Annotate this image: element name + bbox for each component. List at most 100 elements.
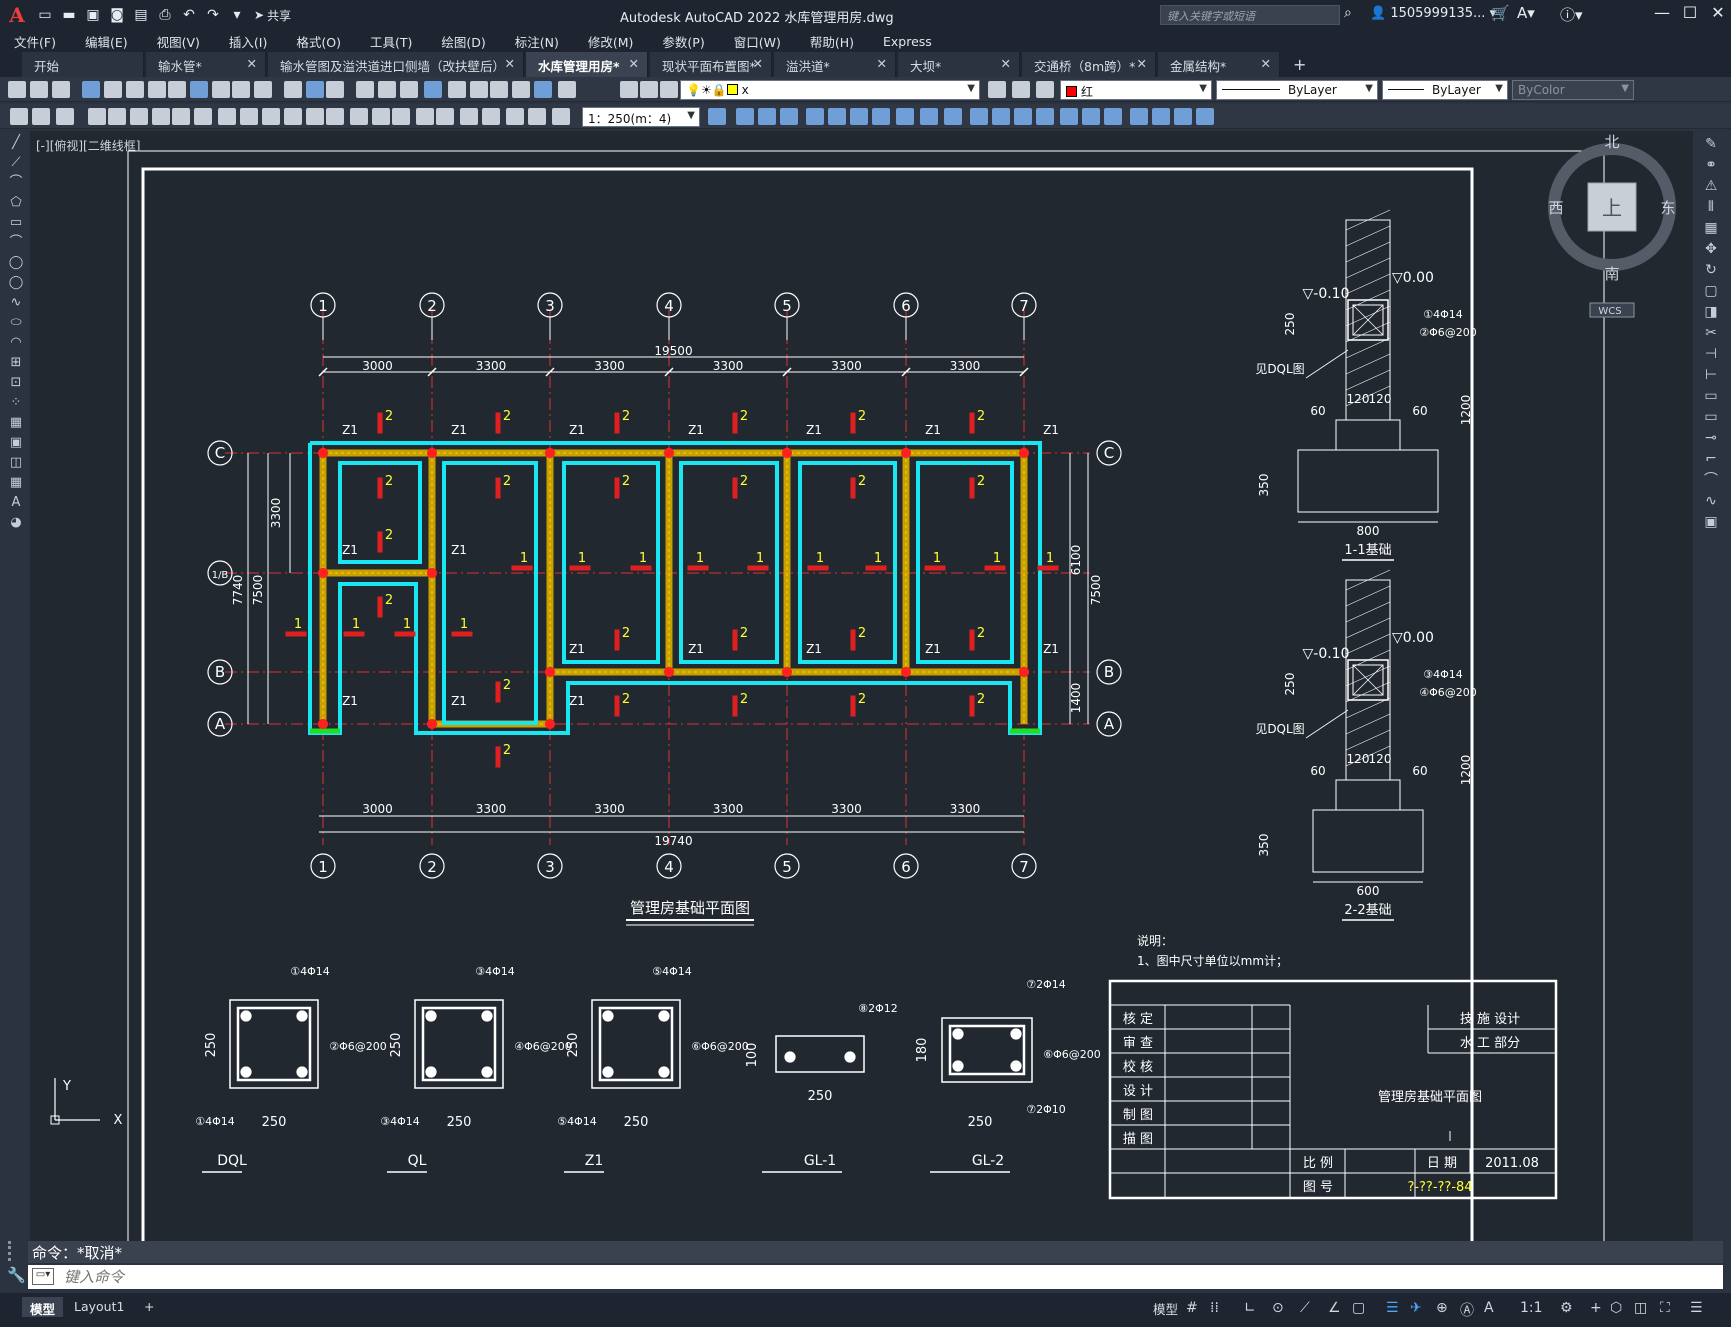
make-block-icon[interactable]: ⊡ [8,375,24,391]
toolbar-button[interactable] [482,108,500,125]
break-point-icon[interactable]: ⊢ [1702,366,1720,384]
trim-icon[interactable]: ✂ [1702,324,1720,342]
color-dropdown[interactable]: 红 ▼ [1060,80,1212,100]
toolbar-button[interactable] [506,108,524,125]
toolbar-button[interactable] [736,108,754,125]
toolbar-button[interactable] [126,81,144,98]
rotate-icon[interactable]: ↻ [1702,261,1720,279]
command-grip[interactable] [8,1241,22,1261]
toolbar-button[interactable] [284,81,302,98]
break-icon[interactable]: ▭ [1702,387,1720,405]
toolbar-button[interactable] [828,108,846,125]
close-icon[interactable]: ✕ [505,56,515,71]
lineweight-icon[interactable]: ☰ [1386,1300,1399,1316]
user-account[interactable]: 👤 1505999135... ▾ [1370,6,1496,21]
annotation-visibility-icon[interactable]: Ⓐ [1460,1300,1474,1320]
fillet-icon[interactable]: ⌐ [1702,450,1720,468]
customize-qat-icon[interactable]: ▾ [226,4,248,26]
toolbar-button[interactable] [424,81,442,98]
toolbar-button[interactable] [372,108,390,125]
toolbar-button[interactable] [416,108,434,125]
toolbar-button[interactable] [470,81,488,98]
menu-insert[interactable]: 插入(I) [229,32,267,51]
isolate-icon[interactable]: ⬡ [1610,1300,1622,1316]
toolbar-button[interactable] [218,108,236,125]
cart-icon[interactable]: 🛒 [1491,4,1510,22]
minimize-button[interactable]: — [1648,3,1676,22]
menu-parametric[interactable]: 参数(P) [662,32,704,51]
open-icon[interactable]: ▬ [58,4,80,26]
toolbar-button[interactable] [640,81,658,98]
copy-icon[interactable]: ⚭ [1702,156,1720,174]
search-icon[interactable]: ⌕ [1344,5,1352,21]
toolbar-button[interactable] [32,108,50,125]
drawing-canvas[interactable]: 1 1 2 2 3 3 4 4 5 5 6 6 7 7 C C 1/B B B A A 3000 3300 3300 3300 3… [30,131,1693,1241]
move-icon[interactable]: ✥ [1702,240,1720,258]
share-button[interactable]: ➤ 共享 [254,7,291,24]
rectangle-icon[interactable]: ▭ [8,215,24,231]
toolbar-button[interactable] [660,81,678,98]
join-icon[interactable]: ▭ [1702,408,1720,426]
menu-format[interactable]: 格式(O) [296,32,341,51]
menu-edit[interactable]: 编辑(E) [85,32,128,51]
insert-block-icon[interactable]: ⊞ [8,355,24,371]
toolbar-button[interactable] [326,81,344,98]
tab-start[interactable]: 开始 [22,52,144,77]
layer-properties-button[interactable] [988,81,1006,98]
plot-icon[interactable]: ⎙ [154,4,176,26]
app-menu-button[interactable]: A [0,0,34,30]
toolbar-button[interactable] [104,81,122,98]
toolbar-button[interactable] [254,81,272,98]
toolbar-button[interactable] [190,81,208,98]
toolbar-button[interactable] [620,81,638,98]
clean-screen-icon[interactable]: ⛶ [1660,1300,1670,1316]
tab-file[interactable]: 大坝* ✕ [898,52,1020,77]
gear-icon[interactable]: ⚙ [1560,1300,1573,1316]
toolbar-button[interactable] [212,81,230,98]
arc-icon[interactable]: ⌒ [8,235,24,251]
tab-file[interactable]: 输水管图及溢洪道进口侧墙（改扶壁后） ✕ [268,52,524,77]
toolbar-button[interactable] [56,108,74,125]
toolbar-button[interactable] [534,81,552,98]
toolbar-button[interactable] [558,81,576,98]
viewport-controls[interactable]: [-][俯视][二维线框] [36,137,140,154]
region-icon[interactable]: ◫ [8,455,24,471]
redo-icon[interactable]: ↷ [202,4,224,26]
close-icon[interactable]: ✕ [1261,56,1271,71]
model-space-button[interactable]: 模型 [1145,1297,1186,1317]
tab-model[interactable]: 模型 [22,1297,64,1317]
line-icon[interactable]: ╱ [8,135,24,151]
toolbar-button[interactable] [1104,108,1122,125]
toolbar-button[interactable] [992,108,1010,125]
toolbar-button[interactable] [850,108,868,125]
tab-file[interactable]: 输水管* ✕ [146,52,266,77]
save-icon[interactable]: ▣ [82,4,104,26]
toolbar-button[interactable] [552,108,570,125]
erase-icon[interactable]: ✎ [1702,135,1720,153]
scale-icon[interactable]: ▢ [1702,282,1720,300]
toolbar-button[interactable] [920,108,938,125]
toolbar-button[interactable] [970,108,988,125]
mtext-icon[interactable]: A [8,495,24,511]
ellipse-arc-icon[interactable]: ◠ [8,335,24,351]
undo-icon[interactable]: ↶ [178,4,200,26]
toolbar-button[interactable] [306,81,324,98]
menu-tools[interactable]: 工具(T) [370,32,412,51]
menu-view[interactable]: 视图(V) [157,32,200,51]
close-icon[interactable]: ✕ [629,56,639,71]
menu-modify[interactable]: 修改(M) [588,32,634,51]
tab-file[interactable]: 金属结构* ✕ [1158,52,1280,77]
linetype-dropdown[interactable]: ByLayer ▼ [1216,80,1378,100]
polyline-icon[interactable]: ⌒ [8,175,24,191]
hatch-icon[interactable]: ▦ [8,415,24,431]
isodraft-icon[interactable]: ⟋ [1300,1300,1310,1316]
toolbar-button[interactable] [8,81,26,98]
help-icon[interactable]: ⓘ▾ [1560,4,1583,25]
new-icon[interactable]: ▭ [34,4,56,26]
toolbar-button[interactable] [1196,108,1214,125]
toolbar-button[interactable] [262,108,280,125]
gradient-icon[interactable]: ▣ [8,435,24,451]
tab-file[interactable]: 交通桥（8m跨）* ✕ [1022,52,1156,77]
toolbar-button[interactable] [780,108,798,125]
toolbar-button[interactable] [1060,108,1078,125]
